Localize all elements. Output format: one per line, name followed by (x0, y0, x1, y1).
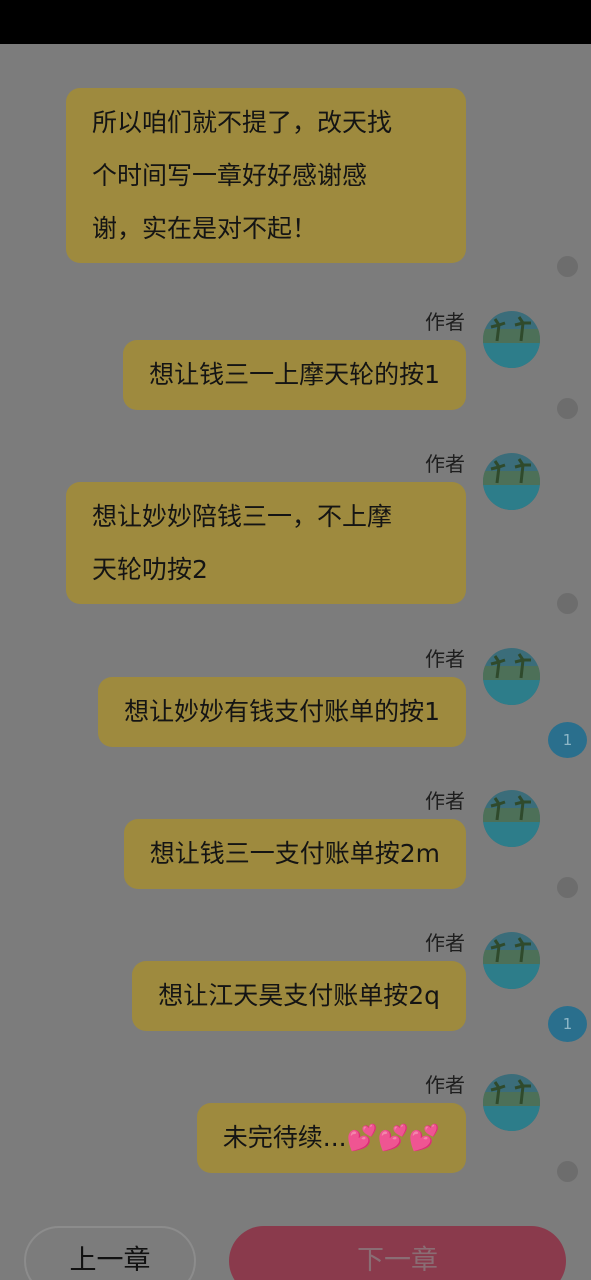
author-name: 作者 (425, 789, 465, 813)
author-avatar[interactable] (483, 932, 540, 989)
message-bubble[interactable]: 想让妙妙陪钱三一，不上摩 天轮叻按2 (66, 482, 466, 604)
reaction-dot[interactable] (557, 398, 578, 419)
comment-count-badge[interactable]: 1 (548, 1006, 587, 1042)
message-text: 想让钱三一支付账单按2m (149, 839, 440, 868)
message-line: 天轮叻按2 (92, 555, 208, 584)
author-name: 作者 (425, 1073, 465, 1097)
author-avatar[interactable] (483, 1074, 540, 1131)
message-bubble[interactable]: 想让钱三一支付账单按2m (123, 819, 466, 889)
reaction-dot[interactable] (557, 877, 578, 898)
comment-count-badge[interactable]: 1 (548, 722, 587, 758)
author-name: 作者 (425, 452, 465, 476)
message-text: 想让钱三一上摩天轮的按1 (149, 360, 440, 389)
author-avatar[interactable] (483, 453, 540, 510)
author-avatar[interactable] (483, 311, 540, 368)
reaction-dot[interactable] (557, 1161, 578, 1182)
next-chapter-button[interactable]: 下一章 (229, 1226, 566, 1280)
status-bar (0, 0, 591, 44)
author-name: 作者 (425, 647, 465, 671)
message-text: 未完待续...💕💕💕 (222, 1123, 440, 1152)
message-text: 想让江天昊支付账单按2q (158, 981, 440, 1010)
message-bubble[interactable]: 想让江天昊支付账单按2q (132, 961, 466, 1031)
prev-chapter-button[interactable]: 上一章 (24, 1226, 196, 1280)
author-avatar[interactable] (483, 648, 540, 705)
message-bubble[interactable]: 想让钱三一上摩天轮的按1 (123, 340, 466, 410)
message-line: 想让妙妙陪钱三一，不上摩 (92, 502, 393, 531)
message-line: 谢，实在是对不起！ (92, 214, 318, 243)
message-bubble[interactable]: 所以咱们就不提了，改天找 个时间写一章好好感谢感 谢，实在是对不起！ (66, 88, 466, 263)
message-bubble[interactable]: 未完待续...💕💕💕 (196, 1103, 466, 1173)
author-avatar[interactable] (483, 790, 540, 847)
chat-area[interactable]: 所以咱们就不提了，改天找 个时间写一章好好感谢感 谢，实在是对不起！ 作者 想让… (0, 44, 591, 1280)
reaction-dot[interactable] (557, 593, 578, 614)
author-name: 作者 (425, 931, 465, 955)
author-name: 作者 (425, 310, 465, 334)
message-text: 想让妙妙有钱支付账单的按1 (124, 697, 440, 726)
message-line: 所以咱们就不提了，改天找 (92, 108, 393, 137)
message-line: 个时间写一章好好感谢感 (92, 161, 368, 190)
reaction-dot[interactable] (557, 256, 578, 277)
message-bubble[interactable]: 想让妙妙有钱支付账单的按1 (98, 677, 466, 747)
